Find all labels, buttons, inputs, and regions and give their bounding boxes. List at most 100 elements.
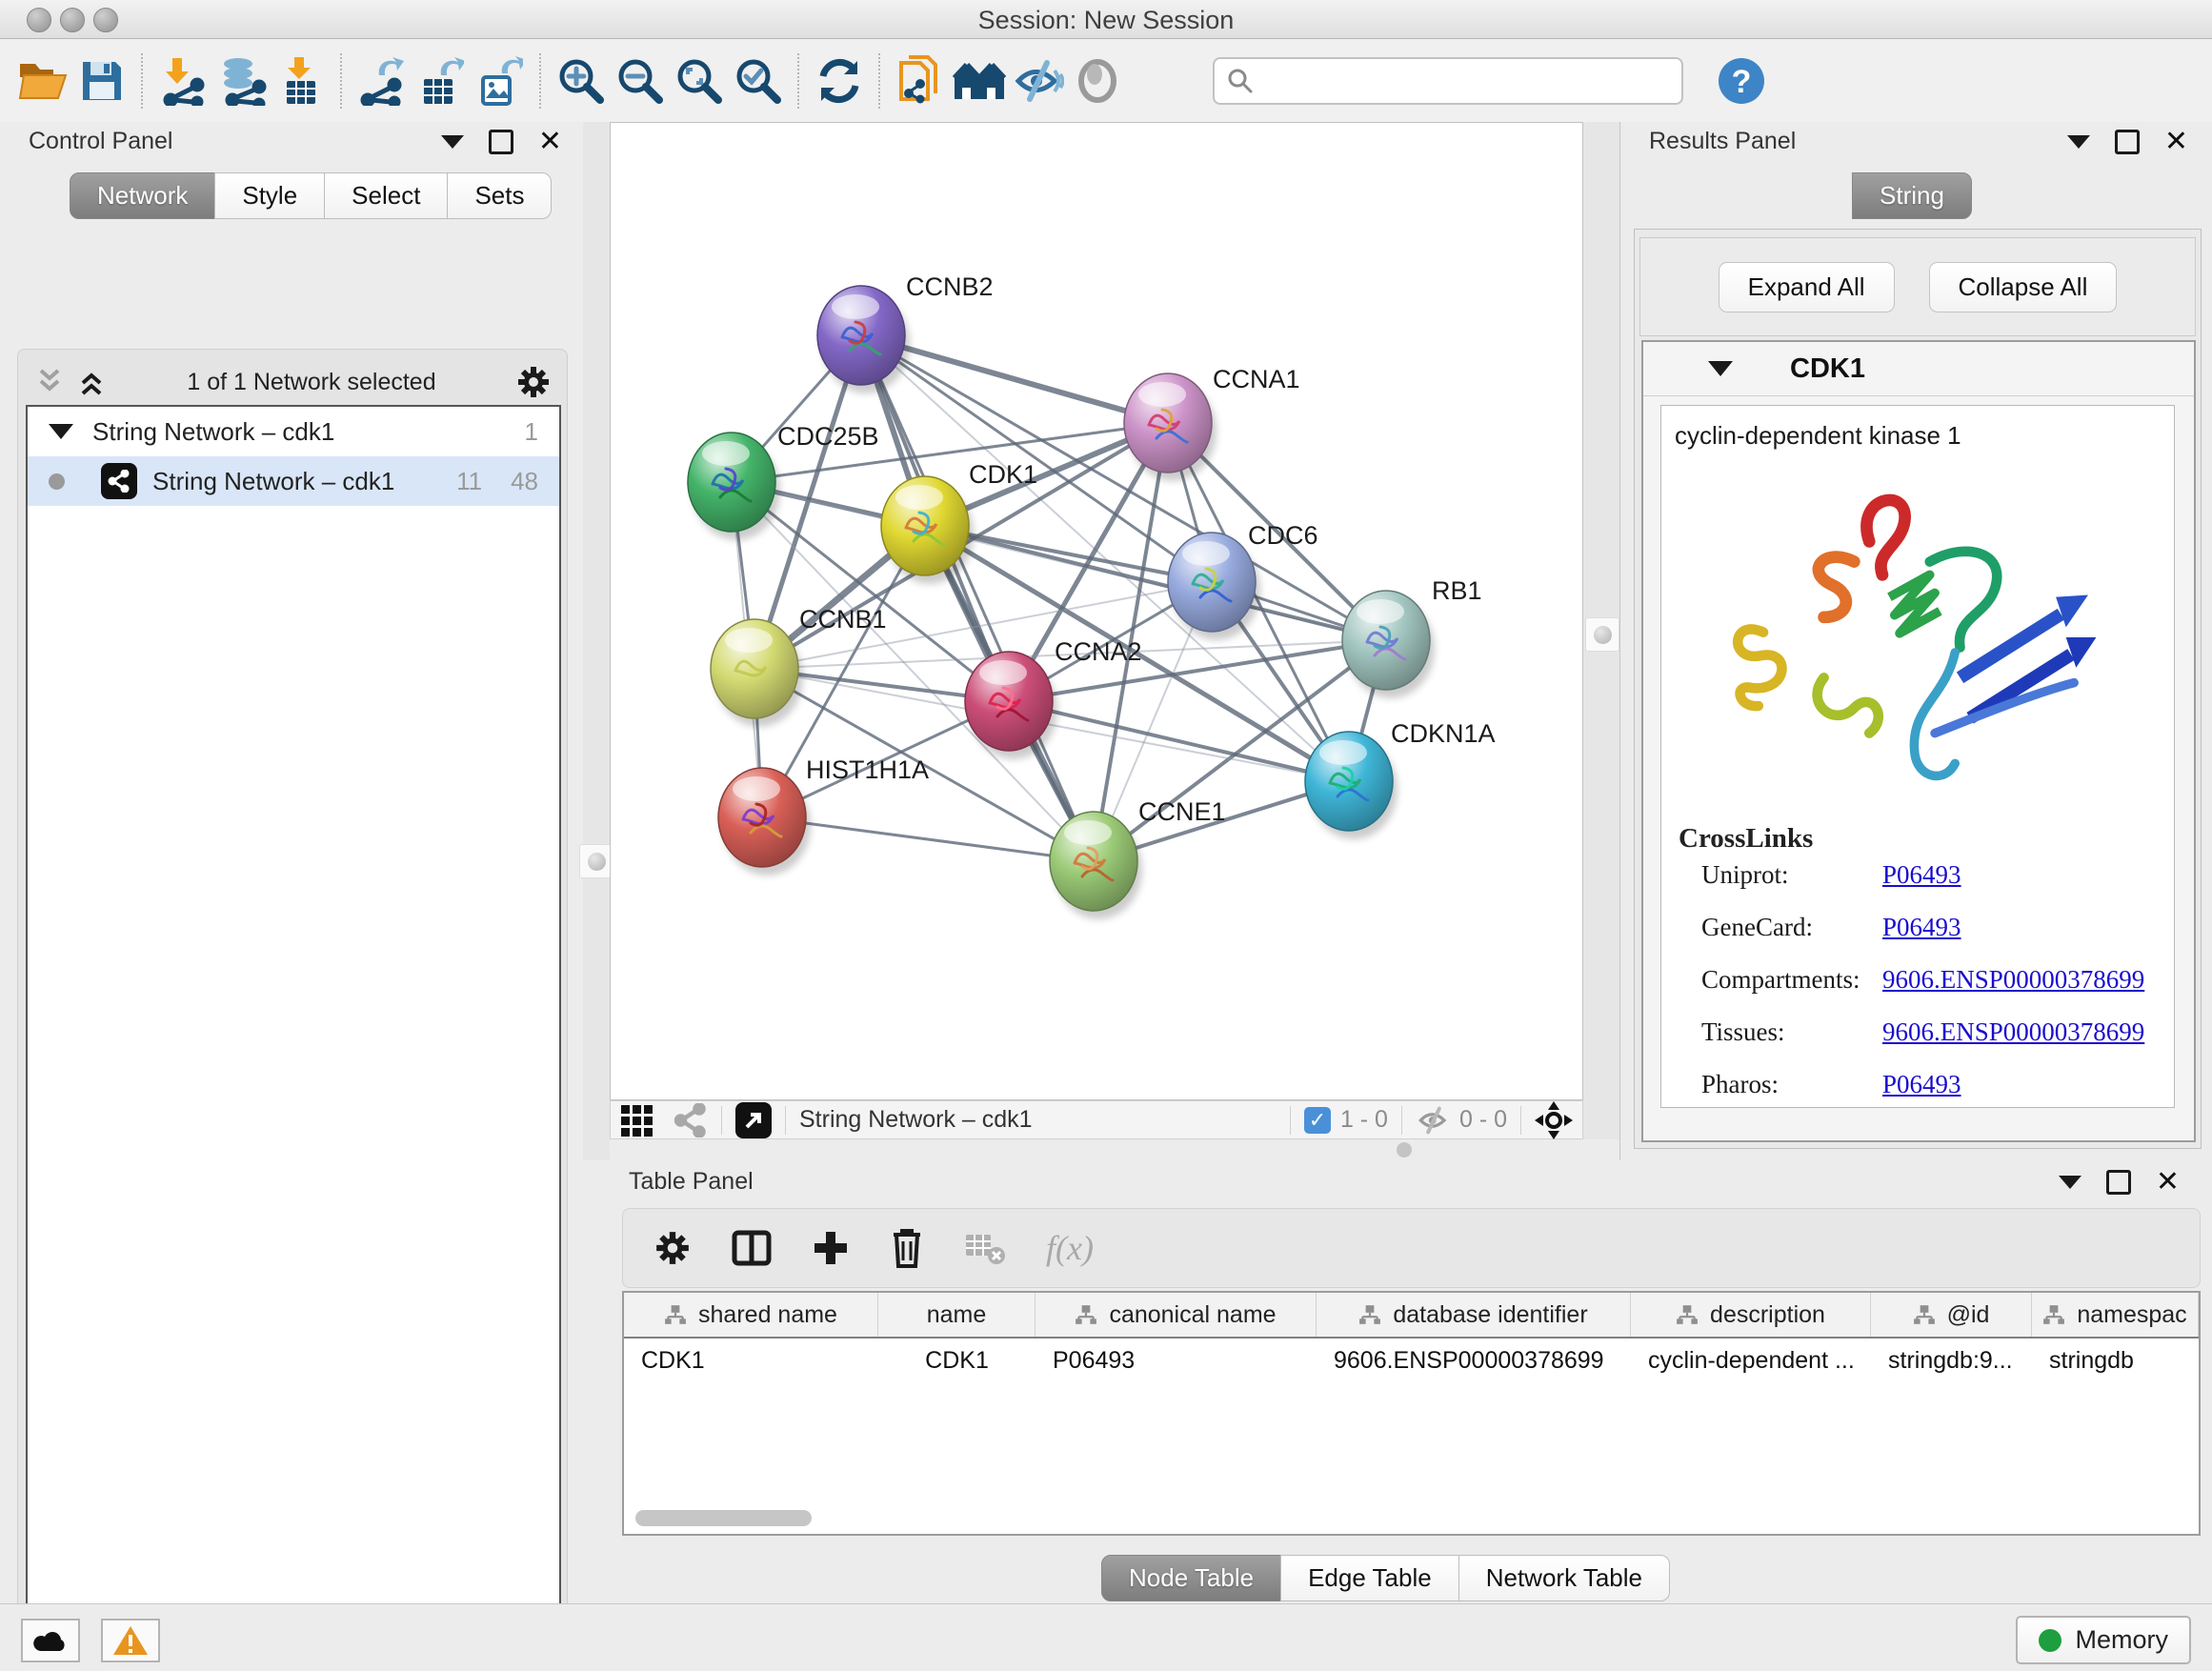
delete-column-icon[interactable] [890,1227,924,1269]
zoom-in-icon[interactable] [552,51,611,111]
crosslink-link[interactable]: P06493 [1882,1070,1961,1099]
table-options-gear-icon[interactable] [654,1229,692,1267]
cloud-status-button[interactable] [21,1619,80,1662]
network-node-RB1[interactable] [1342,591,1435,698]
import-table-file-icon[interactable] [271,51,331,111]
edge-HIST1H1A-CCNE1[interactable] [762,817,1094,861]
table-toolbar: f(x) [622,1208,2201,1288]
network-node-CCNA2[interactable] [965,652,1057,759]
column-header-canonical-name[interactable]: canonical name [1036,1293,1317,1337]
zoom-fit-icon[interactable] [670,51,729,111]
float-panel-icon[interactable] [441,135,464,149]
crosslink-link[interactable]: P06493 [1882,860,1961,890]
tab-style[interactable]: Style [214,172,325,219]
node-label-CDKN1A: CDKN1A [1391,719,1496,748]
export-image-icon[interactable] [471,51,530,111]
network-node-CCNA1[interactable] [1124,373,1217,481]
entry-collapse-caret[interactable] [1708,361,1733,376]
float-table-icon[interactable] [2059,1176,2081,1189]
document-network-icon[interactable] [891,51,950,111]
search-input[interactable] [1262,67,1681,95]
crosslink-link[interactable]: 9606.ENSP00000378699 [1882,965,2144,995]
network-node-CDC25B[interactable] [688,433,780,540]
memory-button[interactable]: Memory [2016,1616,2191,1664]
expand-all-button[interactable]: Expand All [1719,262,1895,312]
horizontal-scrollbar[interactable] [635,1510,812,1526]
tab-select[interactable]: Select [324,172,448,219]
hide-graphics-details-icon[interactable] [1009,51,1068,111]
close-results-icon[interactable]: ✕ [2164,132,2188,151]
network-options-gear-icon[interactable] [515,364,552,400]
network-canvas[interactable]: CCNB2CCNA1CDC25BCDK1CDC6RB1CCNB1CCNA2CDK… [610,122,1583,1100]
crosslink-link[interactable]: 9606.ENSP00000378699 [1882,1017,2144,1047]
maximize-panel-icon[interactable] [489,130,513,154]
selection-mode-crosshair-icon[interactable] [1535,1101,1573,1139]
window-title: Session: New Session [0,6,2212,35]
network-node-CDK1[interactable] [881,476,974,584]
import-network-database-icon[interactable] [212,51,271,111]
network-collection-row[interactable]: String Network – cdk1 1 [28,407,559,456]
tab-string[interactable]: String [1852,172,1972,219]
cdk1-entry-header[interactable]: CDK1 [1643,342,2194,396]
selected-checkbox-icon[interactable]: ✓ [1304,1107,1331,1134]
edge-CCNA2-CDKN1A[interactable] [1009,701,1349,781]
network-node-CCNB2[interactable] [817,286,910,393]
hidden-counts: 0 - 0 [1459,1106,1507,1134]
maximize-table-icon[interactable] [2106,1170,2131,1195]
float-results-icon[interactable] [2067,135,2090,149]
collection-expand-caret[interactable] [49,424,73,439]
network-node-CDC6[interactable] [1168,533,1260,640]
crosslink-row: GeneCard:P06493 [1701,913,2174,942]
right-split-divider[interactable] [1583,122,1619,1160]
network-row[interactable]: String Network – cdk1 11 48 [28,456,559,506]
column-header-namespac[interactable]: namespac [2032,1293,2199,1337]
open-session-icon[interactable] [13,51,72,111]
tab-network[interactable]: Network [70,172,215,219]
birdseye-grid-icon[interactable] [620,1104,658,1137]
export-table-icon[interactable] [412,51,471,111]
collapse-all-button[interactable]: Collapse All [1929,262,2118,312]
export-network-icon[interactable] [352,51,412,111]
column-header-@id[interactable]: @id [1871,1293,2032,1337]
close-table-icon[interactable]: ✕ [2156,1173,2180,1192]
crosslink-link[interactable]: P06493 [1882,913,1961,942]
column-header-description[interactable]: description [1631,1293,1871,1337]
collapse-all-icon[interactable] [33,368,66,396]
create-column-icon[interactable] [812,1229,850,1267]
crosslink-row: Pharos:P06493 [1701,1070,2174,1099]
refresh-icon[interactable] [810,51,869,111]
crosslink-label: Compartments: [1701,965,1882,995]
houses-icon[interactable] [950,51,1009,111]
open-in-new-window-icon[interactable] [735,1102,772,1138]
table-row[interactable]: CDK1CDK1P064939606.ENSP00000378699cyclin… [624,1339,2199,1382]
tab-node-table[interactable]: Node Table [1101,1555,1281,1601]
zoom-out-icon[interactable] [611,51,670,111]
network-node-CCNE1[interactable] [1050,812,1142,919]
network-node-CDKN1A[interactable] [1305,732,1398,839]
cell-shared-name: CDK1 [624,1339,878,1382]
titlebar: Session: New Session [0,0,2212,39]
crosslink-label: GeneCard: [1701,913,1882,942]
network-node-HIST1H1A[interactable] [718,768,811,876]
save-session-icon[interactable] [72,51,131,111]
table-panel: Table Panel ✕ f(x) shared namenamecanoni… [583,1160,2212,1603]
tab-network-table[interactable]: Network Table [1458,1555,1670,1601]
warning-status-button[interactable] [101,1619,160,1662]
cdk1-entry: CDK1 cyclin-dependent kinase 1 [1641,340,2196,1142]
maximize-results-icon[interactable] [2115,130,2140,154]
expand-all-icon[interactable] [75,368,108,396]
search-box[interactable] [1213,57,1683,105]
zoom-selected-icon[interactable] [729,51,788,111]
tab-sets[interactable]: Sets [447,172,552,219]
node-label-CCNE1: CCNE1 [1138,797,1226,826]
tab-edge-table[interactable]: Edge Table [1280,1555,1459,1601]
column-header-shared-name[interactable]: shared name [624,1293,878,1337]
help-icon[interactable]: ? [1712,51,1771,111]
show-columns-icon[interactable] [732,1228,772,1268]
close-panel-icon[interactable]: ✕ [538,132,562,151]
hidden-eye-icon[interactable] [1416,1106,1452,1135]
column-header-database-identifier[interactable]: database identifier [1317,1293,1631,1337]
column-header-name[interactable]: name [878,1293,1036,1337]
import-network-file-icon[interactable] [153,51,212,111]
network-share-icon[interactable] [674,1103,708,1137]
